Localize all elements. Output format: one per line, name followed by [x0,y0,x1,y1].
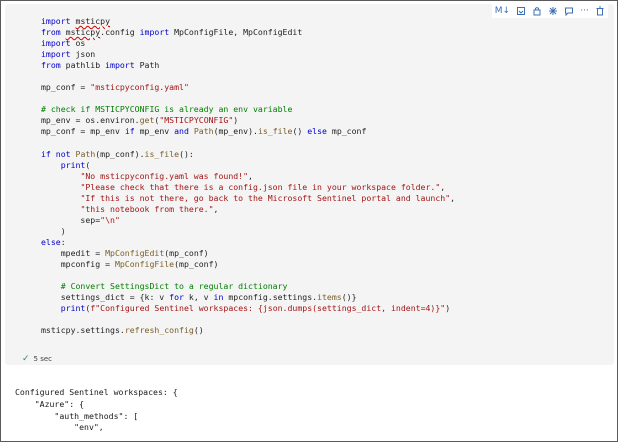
comment-icon[interactable] [564,6,574,17]
code-line: from msticpy.config import MpConfigFile,… [41,27,303,38]
output-line: "Azure": { [15,398,85,409]
code-line: print(f"Configured Sentinel workspaces: … [60,303,451,314]
code-line: if not Path(mp_conf).is_file(): [41,148,194,159]
code-line: mp_env = os.environ.get("MSTICPYCONFIG") [41,115,239,126]
code-line: msticpy.settings.refresh_config() [41,325,204,336]
code-line: mpconfig = MpConfigFile(mp_conf) [41,259,219,270]
code-line: # Convert SettingsDict to a regular dict… [60,281,288,292]
debug-icon[interactable] [548,6,558,17]
code-line: # check if MSTICPYCONFIG is already an e… [41,104,293,115]
execution-duration: 5 sec [33,355,53,363]
more-actions-icon[interactable]: ··· [580,6,589,17]
code-line: mp_conf = "msticpyconfig.yaml" [41,82,189,93]
cell-output: Configured Sentinel workspaces: { "Azure… [15,387,178,434]
code-line: "If this is not there, go back to the Mi… [80,192,456,203]
notebook-frame: M↓ ··· import msticpy from msticpy.confi… [0,0,618,442]
code-line: mpedit = MpConfigEdit(mp_conf) [41,247,209,258]
delete-icon[interactable] [595,6,605,17]
output-line: "auth_methods": [ [15,410,139,421]
output-line: Configured Sentinel workspaces: { [15,387,178,397]
success-check-icon: ✓ [22,354,30,364]
code-line: import msticpy [41,16,111,26]
code-line: import json [41,49,96,60]
cell-toolbar: M↓ ··· [491,4,608,18]
code-cell[interactable]: M↓ ··· import msticpy from msticpy.confi… [5,4,614,365]
code-line: "this notebook from there.", [80,203,219,214]
code-line: sep="\n" [41,214,120,225]
code-line: else: [41,236,66,247]
execution-status: ✓ 5 sec [22,354,52,364]
code-line: from pathlib import Path [41,60,160,71]
code-line: mp_conf = mp_env if mp_env and Path(mp_e… [41,126,367,137]
code-editor[interactable]: import msticpy from msticpy.config impor… [41,16,455,336]
code-line: print( [60,159,91,170]
markdown-icon[interactable]: M↓ [495,6,510,17]
code-line: settings_dict = {k: v for k, v in mpconf… [41,292,357,303]
code-line: ) [41,225,66,236]
split-cell-icon[interactable] [532,6,542,17]
output-line: "env", [15,422,104,433]
code-line: "No msticpyconfig.yaml was found!", [80,170,253,181]
execute-above-icon[interactable] [516,6,526,17]
code-line: "Please check that there is a config.jso… [80,181,446,192]
code-line: import os [41,38,86,49]
